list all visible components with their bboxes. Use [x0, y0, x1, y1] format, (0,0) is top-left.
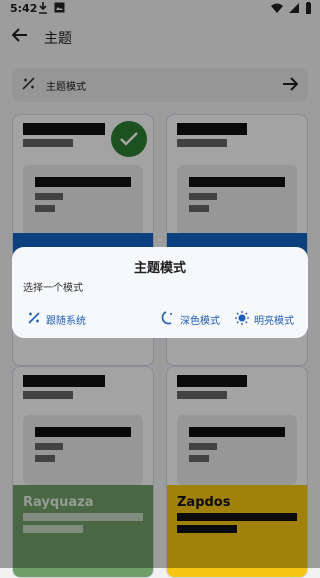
dialog-actions: 跟随系统 深色模式 明亮模式 [20, 307, 304, 331]
dialog-subtitle: 选择一个模式 [23, 283, 83, 294]
dark-mode-button[interactable]: 深色模式 [160, 310, 220, 329]
follow-system-label: 跟随系统 [46, 316, 86, 327]
auto-mode-icon [26, 310, 42, 329]
dark-mode-label: 深色模式 [180, 316, 220, 327]
light-mode-button[interactable]: 明亮模式 [234, 310, 294, 329]
theme-mode-dialog: 主题模式 选择一个模式 跟随系统 深色模式 明亮模式 [12, 247, 308, 338]
follow-system-button[interactable]: 跟随系统 [26, 310, 86, 329]
light-mode-label: 明亮模式 [254, 316, 294, 327]
dark-mode-icon [160, 310, 176, 329]
dialog-title: 主题模式 [133, 261, 186, 276]
light-mode-icon [234, 310, 250, 329]
